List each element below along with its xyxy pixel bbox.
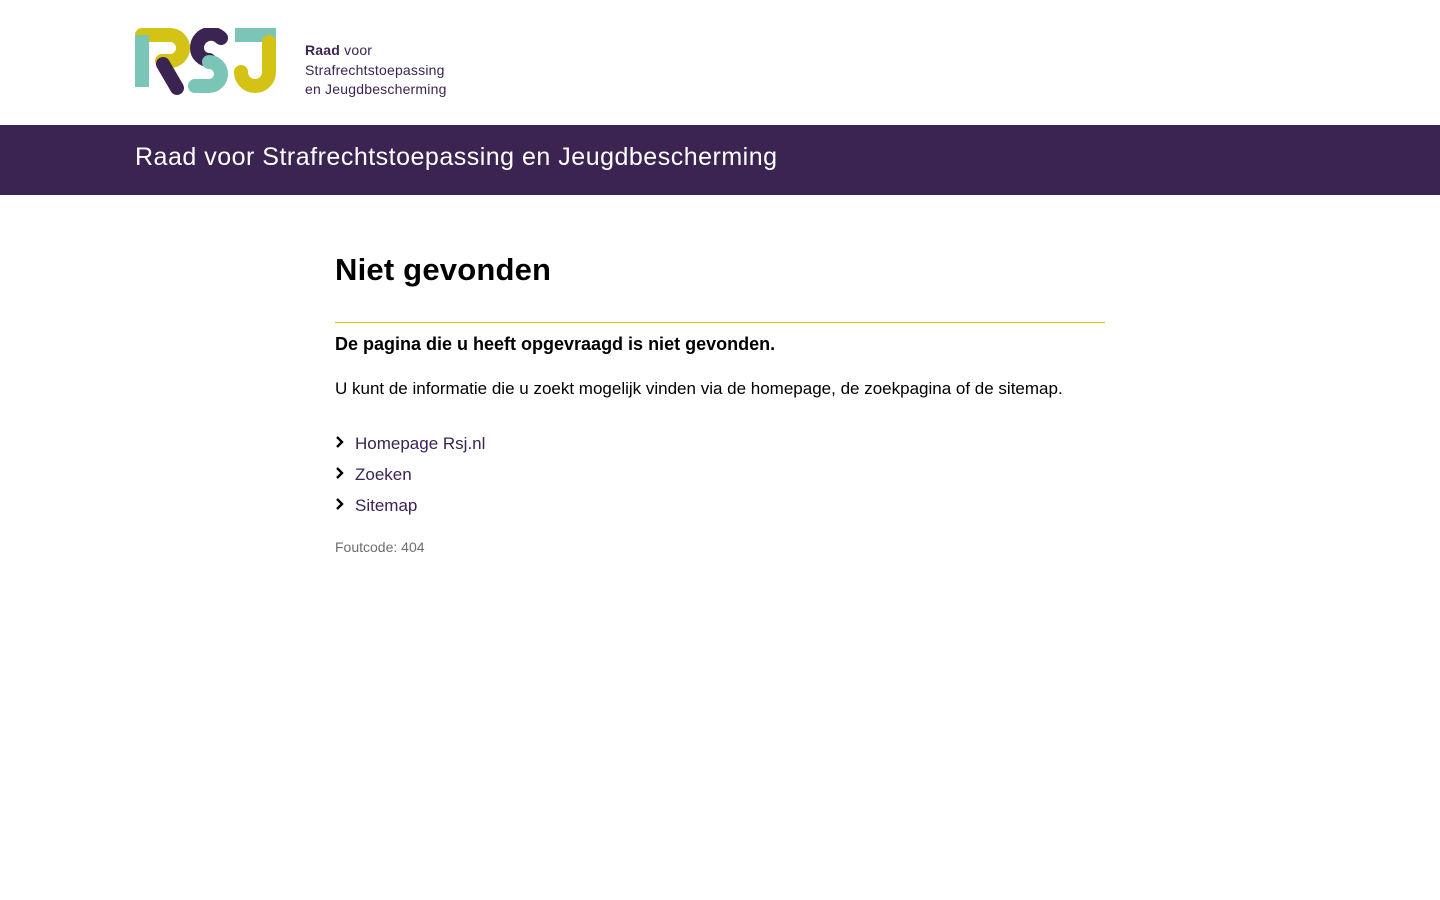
logo-line-1-strong: Raad [305,42,341,58]
divider [335,322,1105,323]
logo-line-2: Strafrechtstoepassing [305,61,445,78]
site-logo-link[interactable]: Raad voor Strafrechtstoepassing en Jeugd… [135,28,447,100]
site-header: Raad voor Strafrechtstoepassing en Jeugd… [0,0,1440,125]
list-item: Sitemap [335,487,1105,525]
sitemap-link[interactable]: Sitemap [355,496,417,516]
body-text: U kunt de informatie die u zoekt mogelij… [335,379,1063,398]
logo-wordmark: Raad voor Strafrechtstoepassing en Jeugd… [305,41,447,100]
link-list: Homepage Rsj.nl Zoeken Sitemap [335,425,1105,525]
rsj-logo-mark [135,28,276,95]
search-link[interactable]: Zoeken [355,465,412,485]
logo-line-1: Raad voor [305,41,447,61]
logo-line-3: en Jeugdbescherming [305,81,447,97]
title-banner: Raad voor Strafrechtstoepassing en Jeugd… [0,125,1440,195]
page-title: Niet gevonden [335,252,552,287]
main-content: Niet gevonden De pagina die u heeft opge… [335,250,1105,555]
banner-title: Raad voor Strafrechtstoepassing en Jeugd… [135,143,778,171]
chevron-right-icon [335,435,355,453]
error-code: Foutcode: 404 [335,539,425,555]
chevron-right-icon [335,466,355,484]
logo-line-1-rest: voor [340,42,373,58]
lead-text: De pagina die u heeft opgevraagd is niet… [335,334,776,354]
homepage-link[interactable]: Homepage Rsj.nl [355,434,485,454]
chevron-right-icon [335,497,355,515]
